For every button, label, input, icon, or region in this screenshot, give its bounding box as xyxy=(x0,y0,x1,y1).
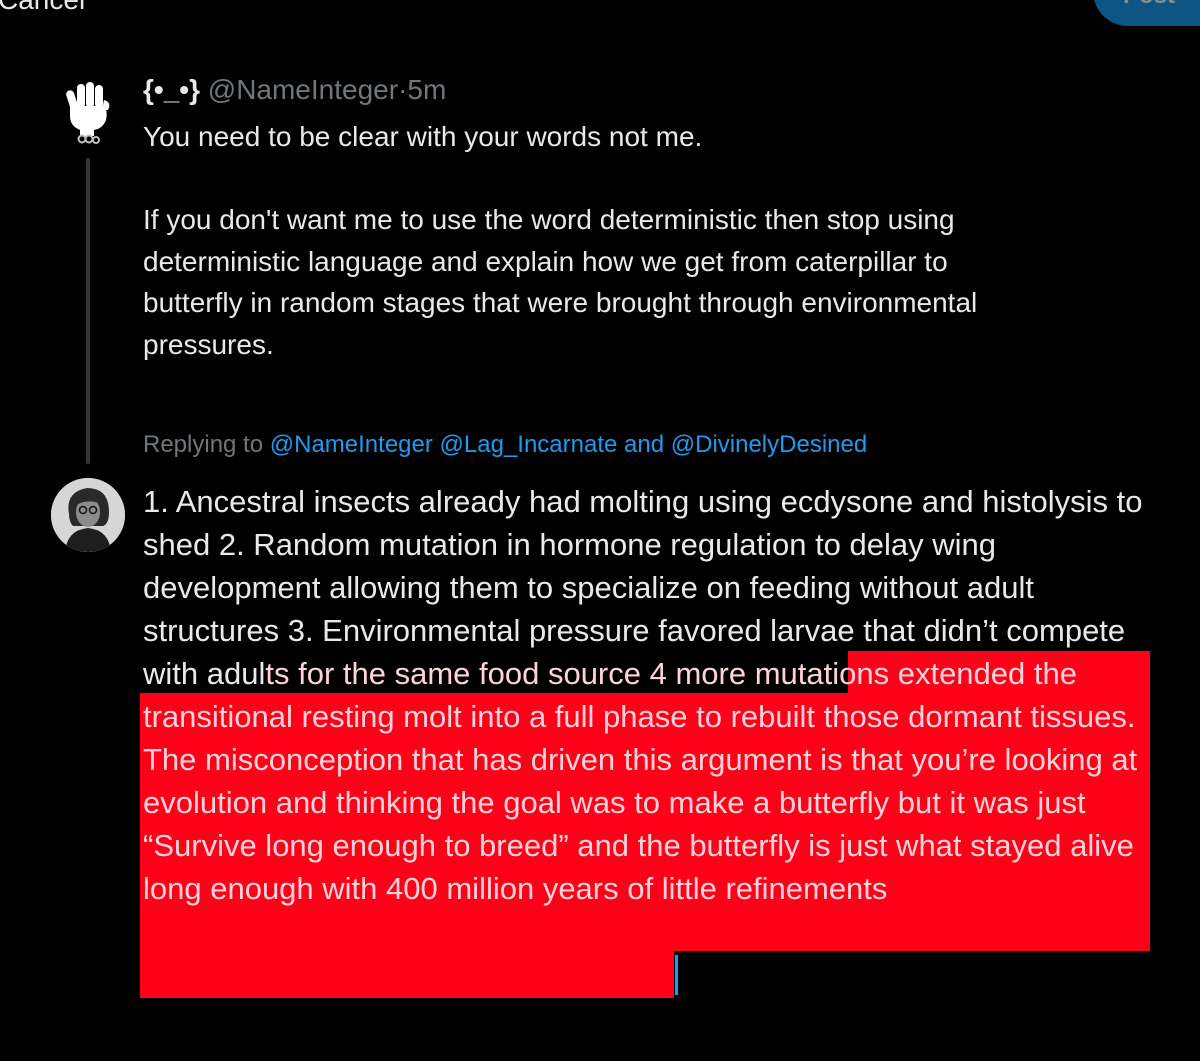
profile-photo-icon xyxy=(51,478,125,552)
selection-highlight xyxy=(140,950,674,998)
mention-conjunction[interactable]: and xyxy=(624,431,664,458)
tweet-timestamp[interactable]: 5m xyxy=(407,74,446,105)
raised-fist-avatar-icon[interactable] xyxy=(58,80,116,146)
cancel-button[interactable]: Cancel xyxy=(0,0,85,16)
replying-to-label: Replying to xyxy=(143,431,264,458)
thread-connector-line xyxy=(86,158,90,464)
text-cursor xyxy=(675,955,678,995)
tweet-header: {•_•} @NameInteger·5m xyxy=(143,72,446,108)
post-button-label: Post xyxy=(1123,0,1175,10)
reply-text-selected: ts for the same food source 4 more mutat… xyxy=(143,656,1138,906)
tweet-body: You need to be clear with your words not… xyxy=(143,116,1143,365)
reply-text-input[interactable]: 1. Ancestral insects already had molting… xyxy=(143,480,1153,910)
post-button[interactable]: Post xyxy=(1093,0,1200,26)
mention-link[interactable]: @Lag_Incarnate xyxy=(440,431,618,458)
display-name[interactable]: {•_•} xyxy=(143,74,200,105)
replying-to-line: Replying to @NameInteger @Lag_Incarnate … xyxy=(143,428,867,462)
raised-fist-icon xyxy=(66,82,110,144)
user-handle[interactable]: @NameInteger xyxy=(208,74,398,105)
tweet-paragraph: You need to be clear with your words not… xyxy=(143,121,703,152)
mention-link[interactable]: @DivinelyDesined xyxy=(671,431,867,458)
separator-dot: · xyxy=(398,74,408,105)
tweet-paragraph: If you don't want me to use the word det… xyxy=(143,204,978,360)
mention-link[interactable]: @NameInteger xyxy=(270,431,433,458)
profile-photo-avatar-icon[interactable] xyxy=(51,478,125,552)
